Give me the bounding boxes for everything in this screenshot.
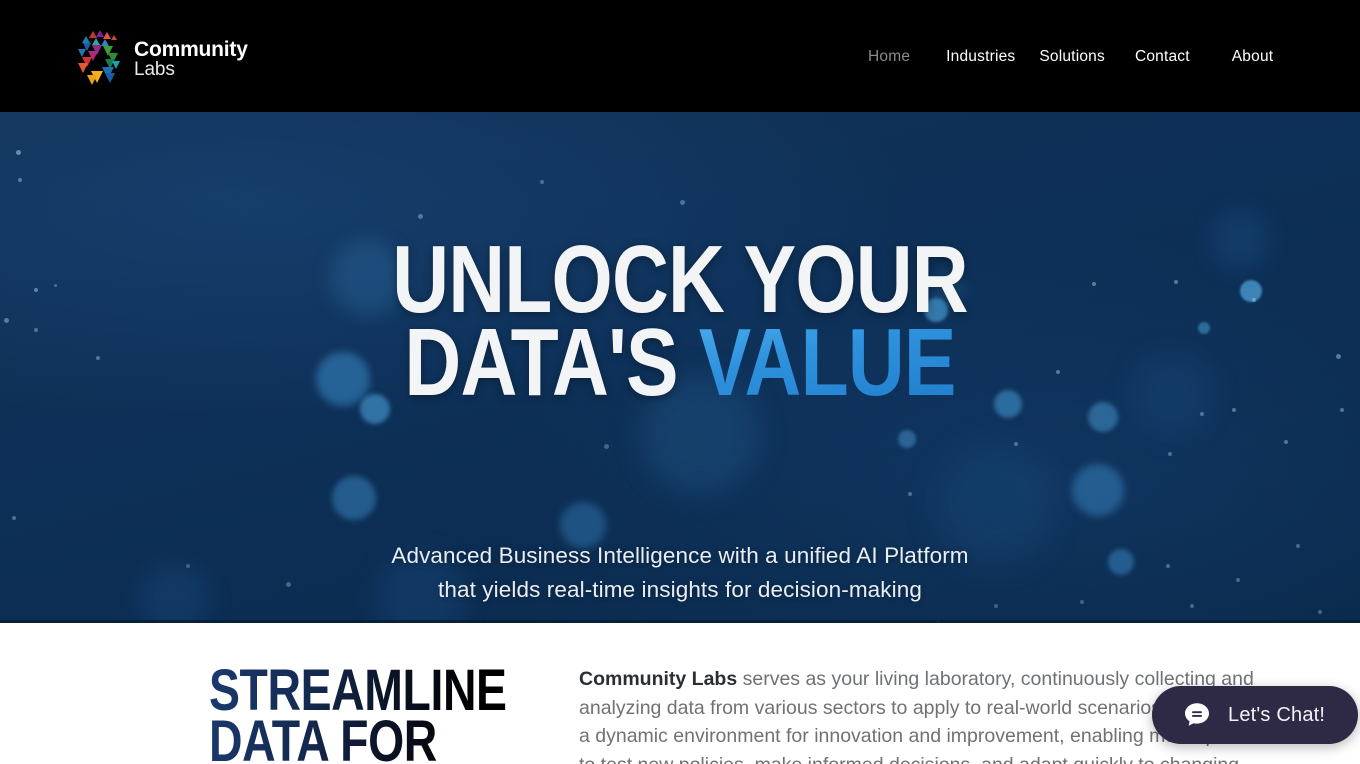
paragraph-lead-bold: Community Labs <box>579 668 738 690</box>
section-heading-line2: DATA FOR <box>209 709 437 764</box>
hero-heading-accent-word: VALUE <box>698 308 957 416</box>
hero-subtitle-line1: Advanced Business Intelligence with a un… <box>391 543 969 568</box>
brand-wordmark: Community Labs <box>134 37 248 81</box>
brand-logo[interactable]: Community Labs <box>72 27 248 89</box>
nav-item-about[interactable]: About <box>1232 48 1274 66</box>
nav-menu: Home Industries Solutions Contact About <box>868 48 1273 66</box>
hero-subtitle-line2: that yields real-time insights for decis… <box>438 577 922 603</box>
hexagon-mosaic-logo-icon <box>72 27 124 89</box>
hero-heading-line2-white: DATA'S <box>404 308 699 416</box>
content-section: STREAMLINE DATA FOR Community Labs serve… <box>0 623 1360 764</box>
brand-name-line2: Labs <box>134 59 175 81</box>
nav-item-home[interactable]: Home <box>868 48 910 66</box>
brand-name-line1: Community <box>134 37 248 61</box>
nav-item-industries[interactable]: Industries <box>946 48 1015 66</box>
nav-item-solutions[interactable]: Solutions <box>1039 48 1105 66</box>
section-heading: STREAMLINE DATA FOR <box>209 665 507 764</box>
nav-item-contact[interactable]: Contact <box>1135 48 1190 66</box>
hero-heading: UNLOCK YOUR DATA'S VALUE <box>122 232 1237 410</box>
top-navigation-bar: Community Labs Home Industries Solutions… <box>0 0 1360 112</box>
chat-bubble-icon <box>1182 700 1212 730</box>
hero-heading-line2: DATA'S VALUE <box>122 314 1237 410</box>
hero-subtitle: Advanced Business Intelligence with a un… <box>0 539 1360 607</box>
hero-section: UNLOCK YOUR DATA'S VALUE Advanced Busine… <box>0 112 1360 623</box>
chat-widget-label: Let's Chat! <box>1228 703 1326 726</box>
chat-widget-button[interactable]: Let's Chat! <box>1152 686 1358 744</box>
